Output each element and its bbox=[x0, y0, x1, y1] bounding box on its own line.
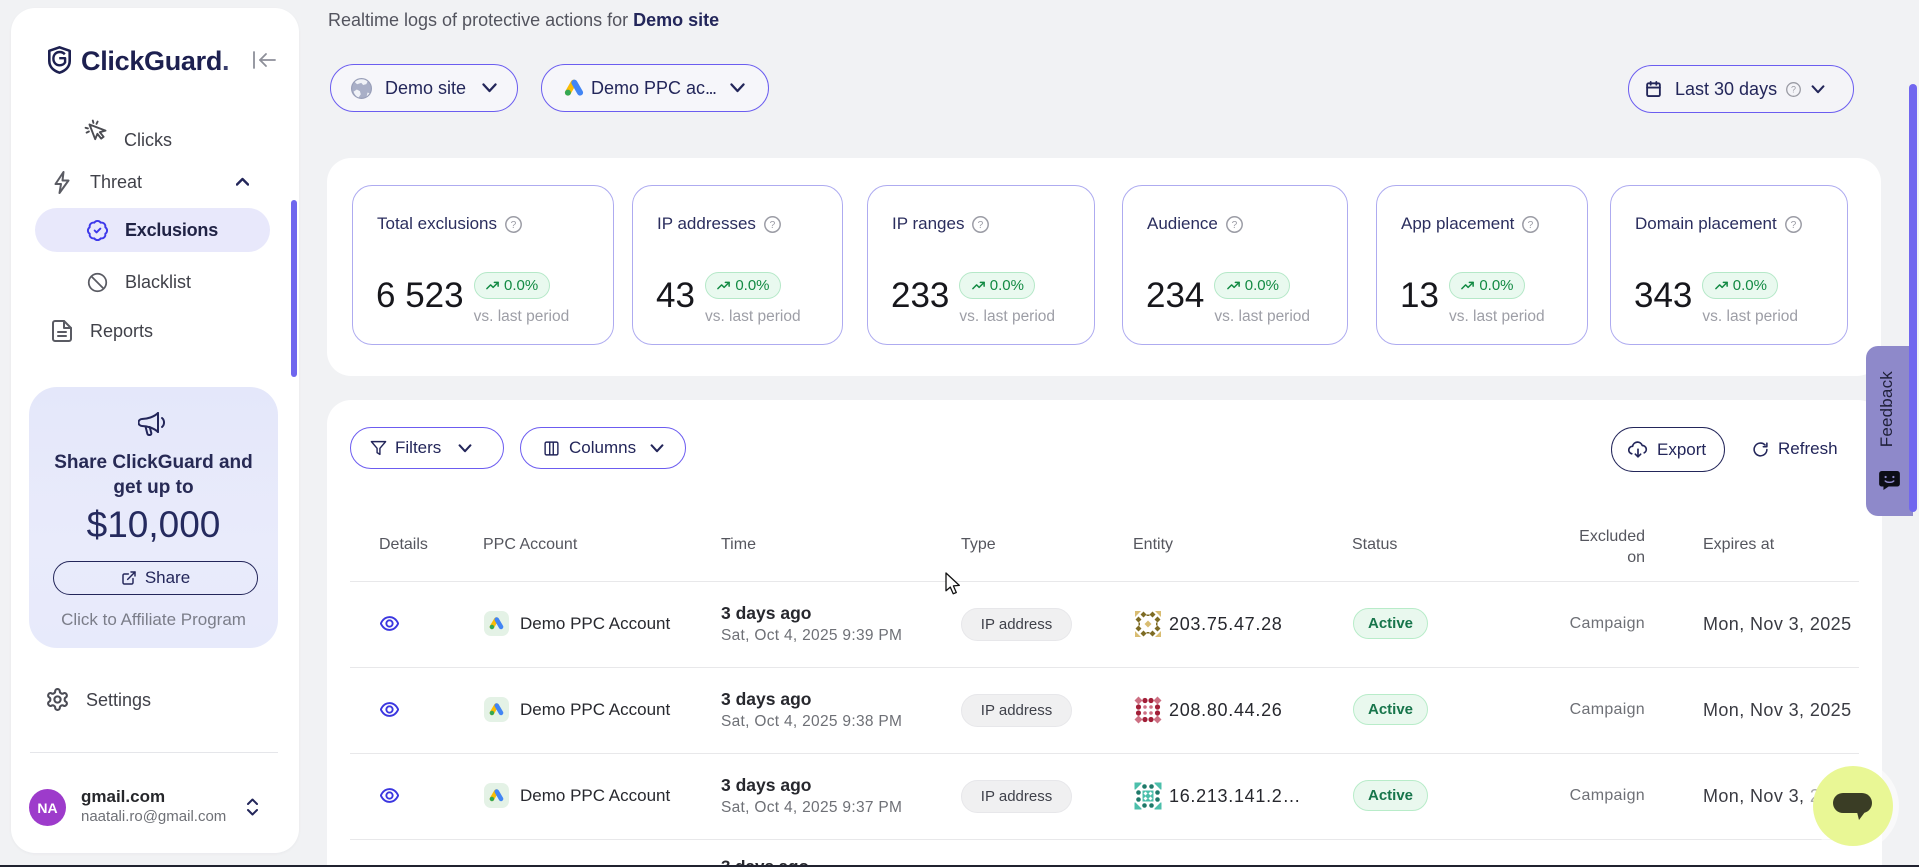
svg-text:?: ? bbox=[1528, 220, 1534, 231]
svg-text:?: ? bbox=[978, 220, 984, 231]
svg-text:?: ? bbox=[1791, 84, 1796, 94]
svg-text:?: ? bbox=[1790, 220, 1796, 231]
svg-text:?: ? bbox=[511, 220, 517, 231]
svg-text:?: ? bbox=[1232, 220, 1238, 231]
svg-text:?: ? bbox=[770, 220, 776, 231]
